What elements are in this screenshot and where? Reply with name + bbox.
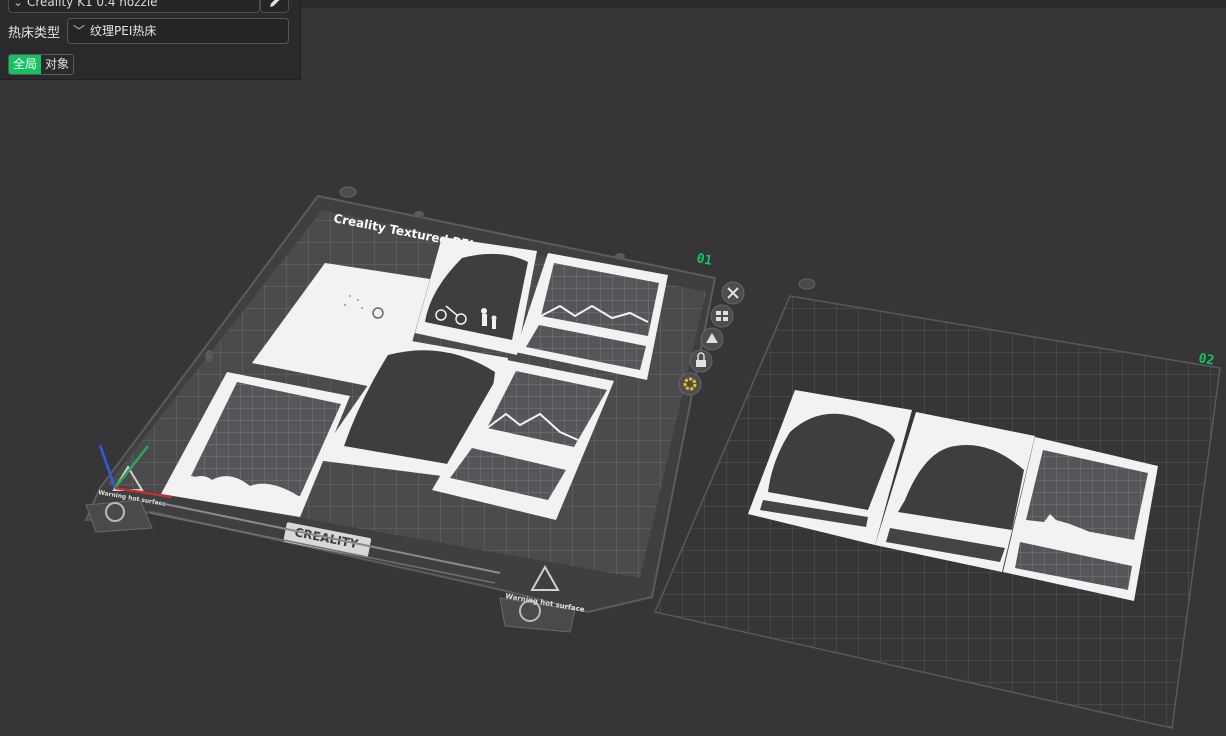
plate-number: 02 (1197, 351, 1215, 368)
3d-viewport[interactable]: Warning hot surface Warning hot surface … (0, 0, 1226, 736)
plate-01[interactable]: Warning hot surface Warning hot surface … (84, 186, 745, 633)
plate-name-button[interactable] (339, 186, 357, 198)
arrange-plate-button[interactable] (710, 304, 734, 328)
plate-02[interactable]: 02 (653, 278, 1221, 729)
bed-screw (205, 350, 213, 362)
lock-plate-button[interactable] (689, 349, 713, 373)
bed-screw (414, 211, 424, 217)
plate-settings-button[interactable] (678, 372, 702, 396)
plate-number: 01 (695, 251, 713, 269)
bed-screw (615, 253, 625, 259)
orient-plate-button[interactable] (700, 327, 724, 351)
close-plate-button[interactable] (721, 281, 745, 305)
plate-name-button[interactable] (798, 278, 816, 290)
